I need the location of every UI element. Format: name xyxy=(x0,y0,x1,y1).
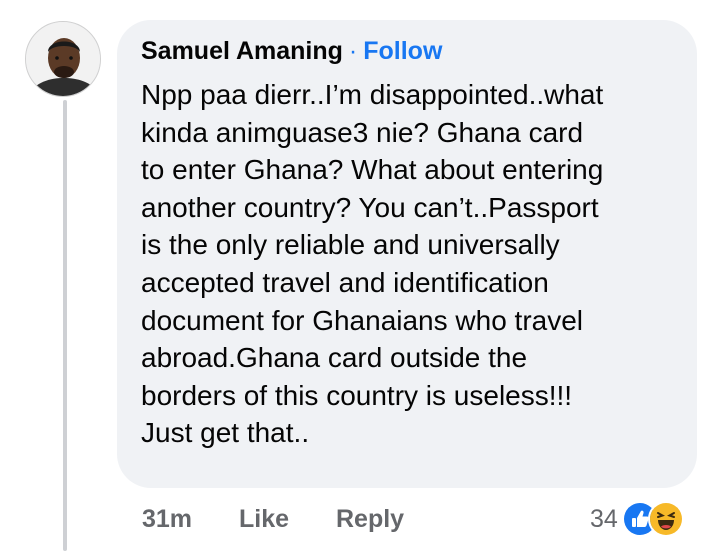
reaction-count: 34 xyxy=(590,505,618,533)
reactions-summary[interactable]: 34 xyxy=(590,501,684,537)
avatar[interactable] xyxy=(25,21,101,97)
comment-header: Samuel Amaning · Follow xyxy=(141,36,442,66)
author-name[interactable]: Samuel Amaning xyxy=(141,37,343,65)
reply-button[interactable]: Reply xyxy=(336,503,404,535)
follow-button[interactable]: Follow xyxy=(363,37,442,65)
comment-text: Npp paa dierr..I’m disappointed..what ki… xyxy=(141,79,604,449)
like-button[interactable]: Like xyxy=(239,503,289,535)
separator-dot: · xyxy=(348,37,358,65)
comment-actions: 31m Like Reply xyxy=(142,503,404,535)
timestamp[interactable]: 31m xyxy=(142,503,192,535)
avatar-image xyxy=(26,22,100,96)
thread-line xyxy=(63,100,67,551)
comment-bubble: Samuel Amaning · Follow Npp paa dierr..I’m… xyxy=(117,20,697,488)
haha-icon xyxy=(647,501,684,537)
